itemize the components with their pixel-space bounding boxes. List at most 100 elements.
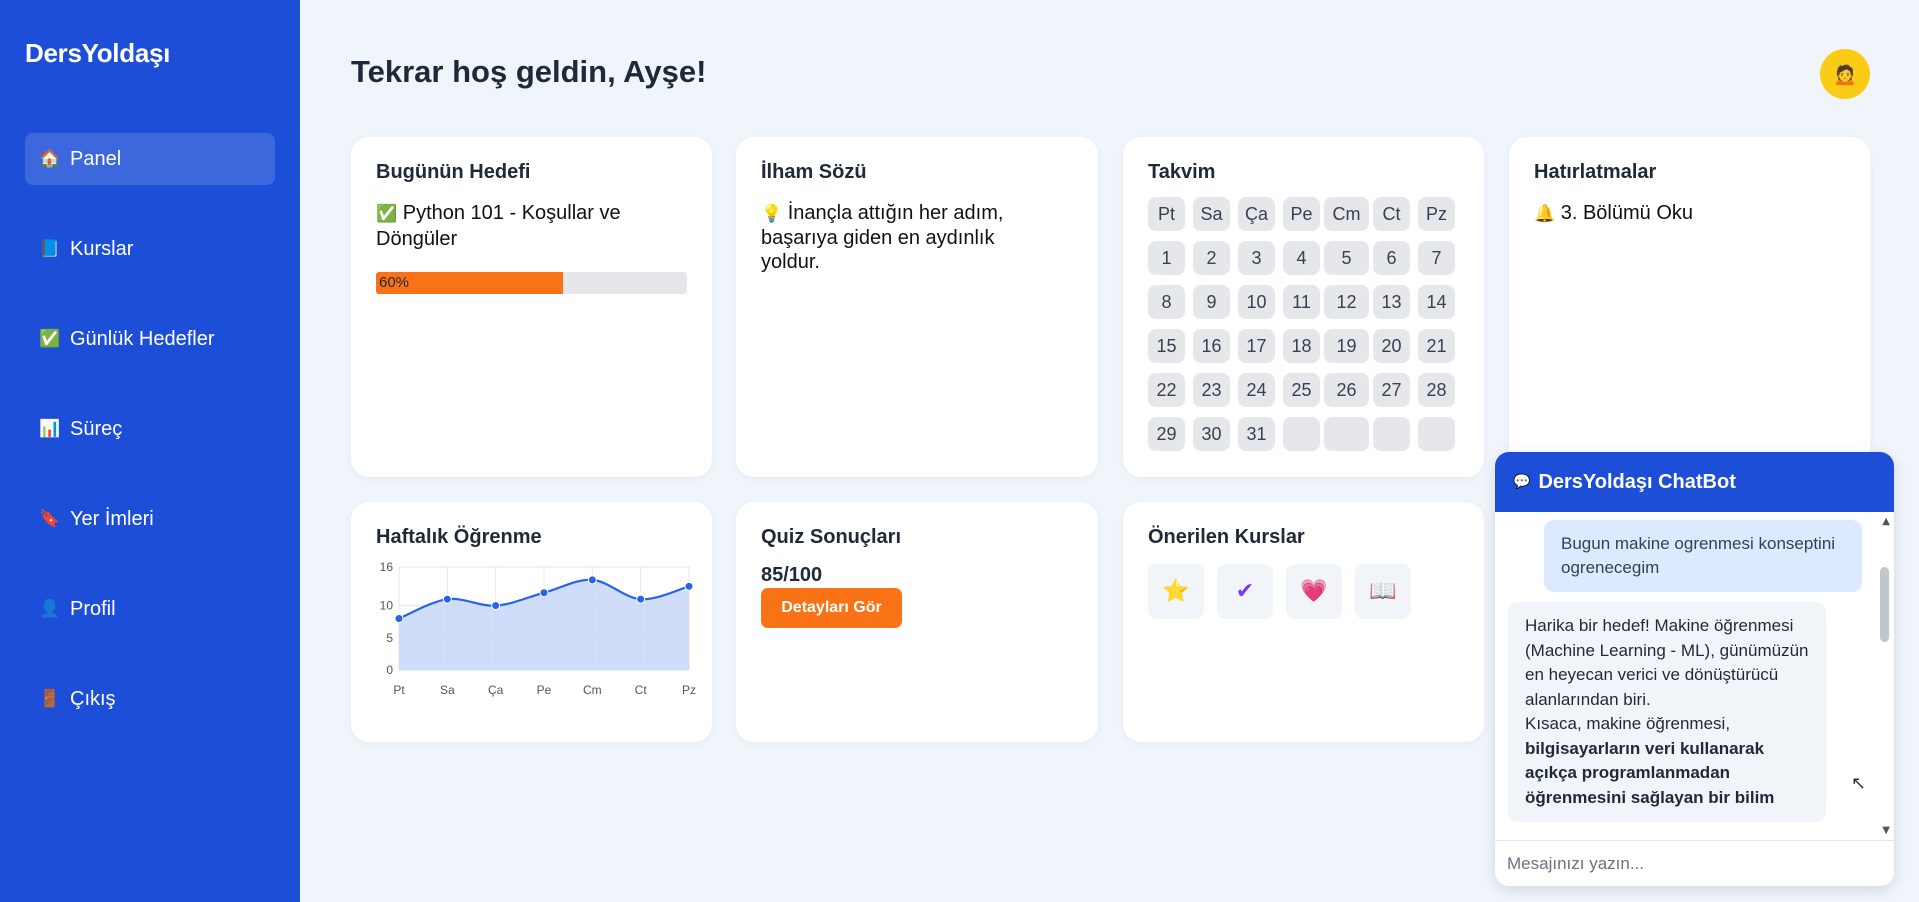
calendar-date[interactable]: 16	[1193, 329, 1230, 363]
bot-message-p2: Kısaca, makine öğrenmesi,	[1525, 714, 1731, 733]
quote-line3: yoldur.	[761, 251, 820, 273]
calendar-empty-cell	[1283, 417, 1320, 451]
sidebar-item-label: Yer İmleri	[70, 507, 154, 530]
bookmark-icon: 🔖	[39, 509, 61, 529]
door-icon: 🚪	[39, 689, 61, 709]
calendar-date[interactable]: 22	[1148, 373, 1185, 407]
calendar-date[interactable]: 28	[1418, 373, 1455, 407]
calendar-day-header: Pz	[1418, 197, 1455, 231]
calendar-card-title: Takvim	[1148, 161, 1216, 183]
calendar-date[interactable]: 27	[1373, 373, 1410, 407]
calendar-date[interactable]: 8	[1148, 285, 1185, 319]
calendar-date[interactable]: 3	[1238, 241, 1275, 275]
chat-messages[interactable]: Bugun makine ogrenmesi konseptini ogrene…	[1495, 512, 1894, 840]
heart-icon: 💗	[1300, 579, 1328, 604]
chart-ytick-label: 16	[380, 560, 394, 574]
calendar-date[interactable]: 5	[1324, 241, 1369, 275]
weekly-learning-chart: 16 10 5 0Pt Sa Ça Pe Cm Ct Pz	[380, 560, 696, 697]
calendar-date[interactable]: 13	[1373, 285, 1410, 319]
calendar-date[interactable]: 31	[1238, 417, 1275, 451]
calendar-grid: Pt Sa Ça Pe Cm Ct Pz 1 2 3 4 5 6 7 8 9 10 11 12 13 14 15 16 17 1…	[1148, 197, 1455, 451]
chart-data-point	[684, 581, 694, 591]
sidebar-item-4[interactable]: 🔖 Yer İmleri	[25, 493, 275, 545]
open-book-icon: 📖	[1369, 579, 1397, 604]
quote-card-title: İlham Sözü	[761, 161, 867, 183]
calendar-date[interactable]: 30	[1193, 417, 1230, 451]
sidebar-item-label: Panel	[70, 147, 122, 170]
calendar-date[interactable]: 17	[1238, 329, 1275, 363]
calendar-date[interactable]: 14	[1418, 285, 1455, 319]
calendar-date[interactable]: 29	[1148, 417, 1185, 451]
bot-message-p1: Harika bir hedef! Makine öğrenmesi (Mach…	[1525, 616, 1809, 709]
sidebar: DersYoldaşı 🏠 Panel 📘 Kurslar ✅ Günlük Hedefl…	[0, 0, 300, 902]
chart-xtick-label: Sa	[440, 683, 455, 697]
calendar-date[interactable]: 19	[1324, 329, 1369, 363]
calendar-date[interactable]: 15	[1148, 329, 1185, 363]
avatar[interactable]: 🙍	[1820, 49, 1870, 99]
course-star-icon[interactable]: ⭐	[1148, 564, 1204, 619]
sidebar-item-2[interactable]: ✅ Günlük Hedefler	[25, 313, 275, 365]
calendar-date[interactable]: 26	[1324, 373, 1369, 407]
chart-data-point	[587, 575, 597, 585]
calendar-date[interactable]: 24	[1238, 373, 1275, 407]
chart-data-point	[636, 594, 646, 604]
sidebar-item-label: Süreç	[70, 417, 123, 440]
sidebar-item-1[interactable]: 📘 Kurslar	[25, 223, 275, 275]
calendar-date[interactable]: 7	[1418, 241, 1455, 275]
goal-progress-bar: 60%	[376, 272, 687, 294]
goal-text-line1: Python 101 - Koşullar ve	[402, 202, 621, 224]
goal-text-line2: Döngüler	[376, 228, 458, 250]
sidebar-nav: 🏠 Panel 📘 Kurslar ✅ Günlük Hedefler 📊 Süreç 🔖 Yer…	[25, 133, 275, 763]
chart-data-point	[539, 588, 549, 598]
course-open-book-icon[interactable]: 📖	[1355, 564, 1411, 619]
calendar-date[interactable]: 11	[1283, 285, 1320, 319]
scroll-up-arrow-icon[interactable]: ▲	[1882, 516, 1890, 527]
chatbot-title: DersYoldaşı ChatBot	[1538, 470, 1736, 493]
calendar-card: Takvim Pt Sa Ça Pe Cm Ct Pz 1 2 3 4 5 6 7 8 9 10 11 12 13 14…	[1123, 137, 1484, 477]
sidebar-item-label: Çıkış	[70, 687, 116, 710]
chat-scrollbar[interactable]: ▲ ▼	[1876, 512, 1894, 840]
scroll-down-arrow-icon[interactable]: ▼	[1882, 825, 1890, 836]
calendar-date[interactable]: 20	[1373, 329, 1410, 363]
scroll-thumb[interactable]	[1880, 567, 1889, 642]
goal-card-title: Bugünün Hedefi	[376, 161, 531, 183]
calendar-date[interactable]: 21	[1418, 329, 1455, 363]
quiz-details-button[interactable]: Detayları Gör	[761, 588, 902, 628]
reminders-card: Hatırlatmalar 🔔 3. Bölümü Oku	[1509, 137, 1870, 477]
chart-xtick-label: Pz	[682, 683, 696, 697]
sidebar-item-0[interactable]: 🏠 Panel	[25, 133, 275, 185]
suggested-courses-card: Önerilen Kurslar ⭐ ✔ 💗 📖	[1123, 502, 1484, 742]
brand-logo[interactable]: DersYoldaşı	[25, 38, 170, 69]
course-heart-icon[interactable]: 💗	[1286, 564, 1342, 619]
quote-line2: başarıya giden en aydınlık	[761, 227, 995, 249]
calendar-date[interactable]: 10	[1238, 285, 1275, 319]
goal-card: Bugünün Hedefi ✅ Python 101 - Koşullar v…	[351, 137, 712, 477]
bot-message-bold: bilgisayarların veri kullanarak açıkça p…	[1525, 738, 1775, 807]
calendar-day-header: Ct	[1373, 197, 1410, 231]
calendar-date[interactable]: 25	[1283, 373, 1320, 407]
sidebar-item-5[interactable]: 👤 Profil	[25, 583, 275, 635]
bot-message: Harika bir hedef! Makine öğrenmesi (Mach…	[1508, 602, 1826, 822]
calendar-date[interactable]: 12	[1324, 285, 1369, 319]
user-message: Bugun makine ogrenmesi konseptini ogrene…	[1544, 520, 1862, 592]
calendar-date[interactable]: 2	[1193, 241, 1230, 275]
course-checkmark-icon[interactable]: ✔	[1217, 564, 1273, 619]
sidebar-item-label: Profil	[70, 597, 116, 620]
sidebar-item-6[interactable]: 🚪 Çıkış	[25, 673, 275, 725]
check-icon: ✅	[39, 329, 61, 349]
reminder-item: 🔔 3. Bölümü Oku	[1534, 201, 1693, 227]
quiz-score: 85/100	[761, 564, 823, 586]
sidebar-item-3[interactable]: 📊 Süreç	[25, 403, 275, 455]
calendar-date[interactable]: 6	[1373, 241, 1410, 275]
calendar-date[interactable]: 1	[1148, 241, 1185, 275]
quiz-card: Quiz Sonuçları 85/100 Detayları Gör	[736, 502, 1098, 742]
check-icon: ✅	[376, 204, 398, 224]
chat-message-input[interactable]	[1495, 840, 1894, 886]
chart-icon: 📊	[39, 419, 61, 439]
sidebar-item-label: Günlük Hedefler	[70, 327, 215, 350]
calendar-date[interactable]: 23	[1193, 373, 1230, 407]
calendar-date[interactable]: 4	[1283, 241, 1320, 275]
calendar-date[interactable]: 18	[1283, 329, 1320, 363]
bell-icon: 🔔	[1534, 204, 1556, 224]
calendar-date[interactable]: 9	[1193, 285, 1230, 319]
